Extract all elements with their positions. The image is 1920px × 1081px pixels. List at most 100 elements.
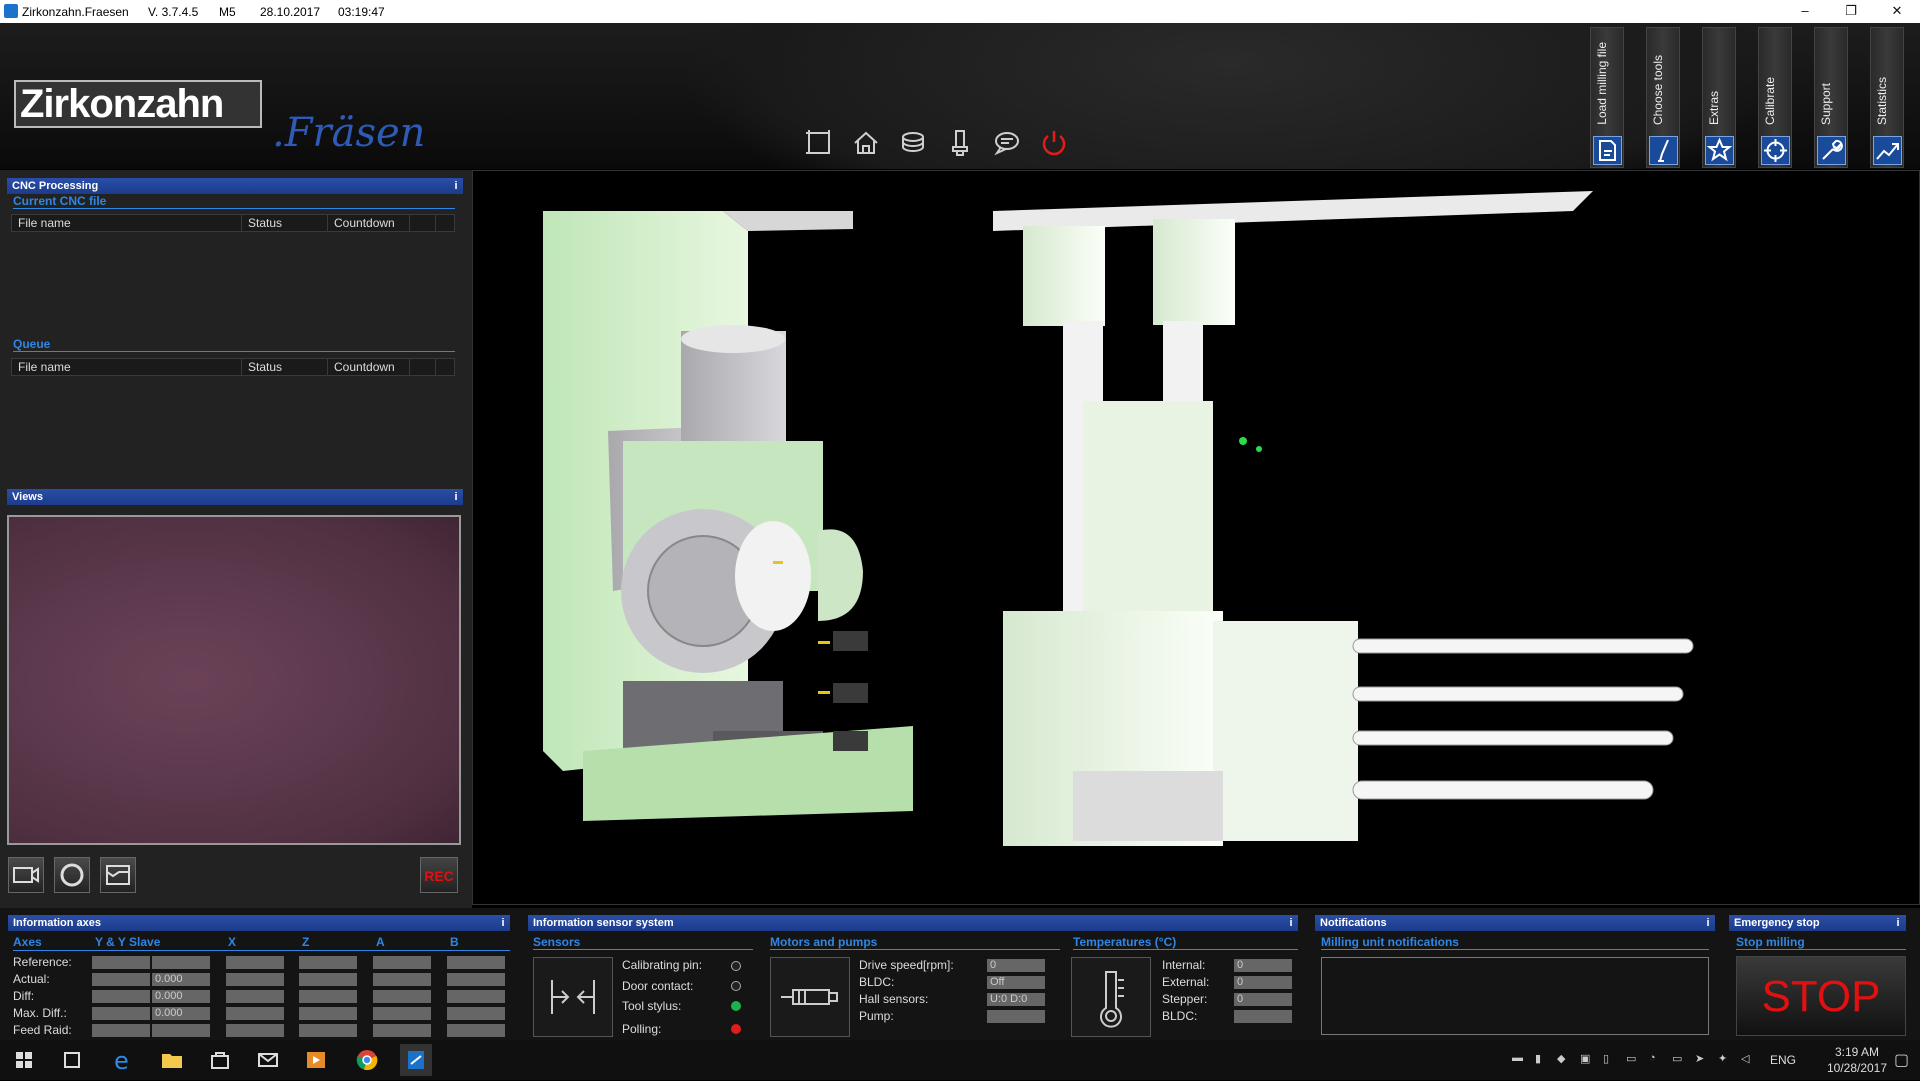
axes-cell bbox=[447, 973, 505, 986]
axes-row-max-diff: Max. Diff.: bbox=[13, 1006, 67, 1020]
temp-bldc: BLDC: bbox=[1162, 1009, 1198, 1023]
temp-bldc-value bbox=[1234, 1010, 1292, 1023]
motors-and-pumps-label: Motors and pumps bbox=[770, 935, 1060, 950]
axes-cell bbox=[299, 1024, 357, 1037]
axes-cell bbox=[152, 956, 210, 969]
windows-start-icon[interactable] bbox=[8, 1044, 40, 1076]
action-center-icon[interactable]: ▢ bbox=[1894, 1050, 1910, 1069]
tray-expand-icon[interactable]: ▬ bbox=[1512, 1052, 1528, 1068]
temp-external: External: bbox=[1162, 975, 1210, 989]
axes-cell bbox=[226, 973, 284, 986]
home-icon[interactable] bbox=[851, 128, 881, 158]
tab-statistics[interactable]: Statistics bbox=[1870, 27, 1904, 168]
clock-time: 3:19 AM bbox=[1834, 1045, 1880, 1059]
window-titlebar: Zirkonzahn.Fraesen V. 3.7.4.5 M5 28.10.2… bbox=[0, 0, 1920, 23]
tray-phone-icon[interactable]: ▯ bbox=[1603, 1052, 1619, 1068]
tab-load-milling-file[interactable]: Load milling file bbox=[1590, 27, 1624, 168]
close-button[interactable]: ✕ bbox=[1874, 0, 1920, 23]
task-view-icon[interactable] bbox=[56, 1044, 88, 1076]
axes-cell bbox=[373, 973, 431, 986]
app-version: V. 3.7.4.5 bbox=[148, 5, 199, 19]
temp-internal: Internal: bbox=[1162, 958, 1206, 972]
app-title: Zirkonzahn.Fraesen bbox=[22, 5, 129, 19]
taskbar-clock[interactable]: 3:19 AM 10/28/2017 bbox=[1822, 1044, 1892, 1076]
rec-button[interactable]: REC bbox=[420, 857, 458, 893]
axes-cell bbox=[226, 956, 284, 969]
disc-stack-icon[interactable] bbox=[898, 128, 928, 158]
frame-icon[interactable] bbox=[804, 128, 834, 158]
machine-model-render bbox=[543, 191, 1694, 846]
axes-y-actual: 0.000 bbox=[152, 973, 210, 986]
info-icon[interactable]: i bbox=[449, 489, 463, 505]
hall-sensors-value: U:0 D:0 bbox=[987, 993, 1045, 1006]
tray-monitor-icon[interactable]: ▭ bbox=[1626, 1052, 1642, 1068]
tab-calibrate[interactable]: Calibrate bbox=[1758, 27, 1792, 168]
notifications-list[interactable] bbox=[1321, 957, 1709, 1035]
camera-view[interactable] bbox=[7, 515, 461, 845]
info-icon[interactable]: i bbox=[449, 178, 463, 194]
pump-value bbox=[987, 1010, 1045, 1023]
axes-y-diff: 0.000 bbox=[152, 990, 210, 1003]
chat-icon[interactable] bbox=[992, 128, 1022, 158]
camera-button[interactable] bbox=[8, 857, 44, 893]
title-time: 03:19:47 bbox=[338, 5, 385, 19]
tray-usb-icon[interactable]: ▮ bbox=[1535, 1052, 1551, 1068]
info-icon[interactable]: i bbox=[1701, 915, 1715, 931]
axes-columns: Axes Y & Y Slave X Z A B bbox=[13, 935, 510, 951]
axes-cell bbox=[226, 1024, 284, 1037]
zirkonzahn-app-icon[interactable] bbox=[400, 1044, 432, 1076]
tray-wifi-icon[interactable]: ◔ bbox=[1649, 1052, 1665, 1068]
temp-stepper-value: 0 bbox=[1234, 993, 1292, 1006]
maximize-button[interactable]: ❐ bbox=[1828, 0, 1874, 23]
info-icon[interactable]: i bbox=[1890, 915, 1906, 931]
media-player-icon[interactable] bbox=[300, 1044, 332, 1076]
emergency-stop-button[interactable]: STOP bbox=[1736, 956, 1906, 1036]
tray-app-icon[interactable]: ◆ bbox=[1557, 1052, 1573, 1068]
axes-row-feed-raid: Feed Raid: bbox=[13, 1023, 72, 1037]
record-circle-button[interactable] bbox=[54, 857, 90, 893]
crosshair-icon bbox=[1761, 136, 1790, 165]
tool-icon bbox=[1649, 136, 1678, 165]
motor-hall-sensors: Hall sensors: bbox=[859, 992, 929, 1006]
edge-browser-icon[interactable]: e bbox=[106, 1044, 138, 1076]
tray-telegram-icon[interactable]: ➤ bbox=[1695, 1052, 1711, 1068]
axes-cell bbox=[373, 1024, 431, 1037]
minimize-button[interactable]: – bbox=[1782, 0, 1828, 23]
temp-internal-value: 0 bbox=[1234, 959, 1292, 972]
information-sensor-system-header: Information sensor system i bbox=[528, 915, 1298, 931]
tray-app2-icon[interactable]: ▣ bbox=[1580, 1052, 1596, 1068]
tab-extras[interactable]: Extras bbox=[1702, 27, 1736, 168]
tray-battery-icon[interactable]: ▭ bbox=[1672, 1052, 1688, 1068]
chrome-icon[interactable] bbox=[351, 1044, 383, 1076]
input-language[interactable]: ENG bbox=[1770, 1053, 1796, 1067]
info-icon[interactable]: i bbox=[1284, 915, 1298, 931]
tab-support[interactable]: Support bbox=[1814, 27, 1848, 168]
tray-volume-icon[interactable]: ◁ bbox=[1741, 1052, 1757, 1068]
axes-cell bbox=[92, 1024, 150, 1037]
axes-cell bbox=[92, 1007, 150, 1020]
axes-cell bbox=[373, 990, 431, 1003]
store-icon[interactable] bbox=[204, 1044, 236, 1076]
tool-holder-icon[interactable] bbox=[945, 128, 975, 158]
axes-cell bbox=[299, 990, 357, 1003]
axes-row-actual: Actual: bbox=[13, 972, 50, 986]
file-explorer-icon[interactable] bbox=[156, 1044, 188, 1076]
power-icon[interactable] bbox=[1039, 128, 1069, 158]
axes-cell bbox=[92, 973, 150, 986]
mail-icon[interactable] bbox=[252, 1044, 284, 1076]
queue-table-header: File name Status Countdown bbox=[11, 358, 455, 376]
machine-3d-viewport[interactable] bbox=[472, 170, 1920, 905]
tray-security-icon[interactable]: ✦ bbox=[1718, 1052, 1734, 1068]
snapshot-frame-button[interactable] bbox=[100, 857, 136, 893]
axes-cell bbox=[152, 1024, 210, 1037]
sensor-polling: Polling: bbox=[622, 1022, 662, 1036]
title-date: 28.10.2017 bbox=[260, 5, 321, 19]
axes-row-reference: Reference: bbox=[13, 955, 72, 969]
information-axes-header: Information axes i bbox=[8, 915, 510, 931]
document-icon bbox=[1593, 136, 1622, 165]
tab-choose-tools[interactable]: Choose tools bbox=[1646, 27, 1680, 168]
info-icon[interactable]: i bbox=[496, 915, 510, 931]
sensors-label: Sensors bbox=[533, 935, 753, 950]
milling-unit-notifications-label: Milling unit notifications bbox=[1321, 935, 1709, 950]
stop-milling-label: Stop milling bbox=[1736, 935, 1906, 950]
